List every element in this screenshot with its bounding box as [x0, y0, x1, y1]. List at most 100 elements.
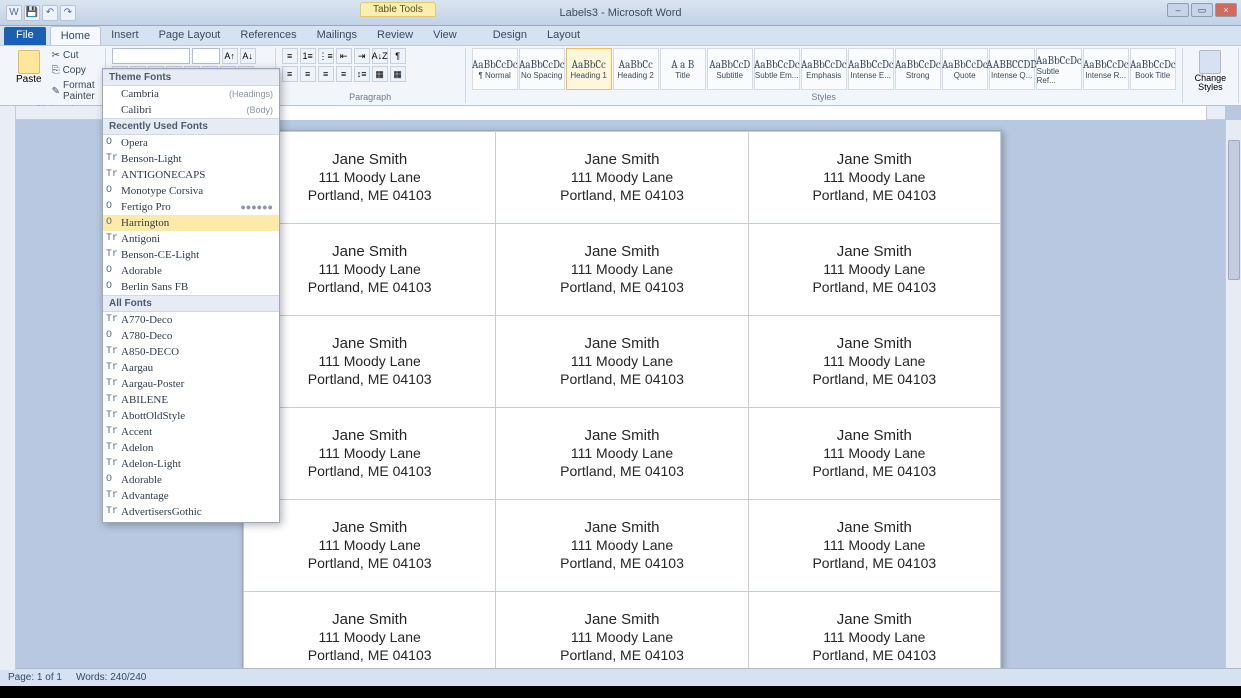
font-option-antigonecaps[interactable]: TrANTIGONECAPS — [103, 167, 279, 183]
style-heading-2[interactable]: AaBbCcHeading 2 — [613, 48, 659, 90]
font-option-calibri[interactable]: Calibri(Body) — [103, 102, 279, 118]
increase-indent-button[interactable]: ⇥ — [354, 48, 370, 64]
font-size-selector[interactable] — [192, 48, 220, 64]
style-book-title[interactable]: AaBbCcDcBook Title — [1130, 48, 1176, 90]
style-subtle-em-[interactable]: AaBbCcDcSubtle Em... — [754, 48, 800, 90]
justify-button[interactable]: ≡ — [336, 66, 352, 82]
numbering-button[interactable]: 1≡ — [300, 48, 316, 64]
label-cell[interactable]: Jane Smith111 Moody LanePortland, ME 041… — [496, 316, 748, 408]
label-cell[interactable]: Jane Smith111 Moody LanePortland, ME 041… — [748, 592, 1000, 671]
style-no-spacing[interactable]: AaBbCcDcNo Spacing — [519, 48, 565, 90]
scroll-thumb[interactable] — [1228, 140, 1240, 280]
label-cell[interactable]: Jane Smith111 Moody LanePortland, ME 041… — [496, 592, 748, 671]
label-cell[interactable]: Jane Smith111 Moody LanePortland, ME 041… — [496, 224, 748, 316]
tab-file[interactable]: File — [4, 27, 46, 45]
font-name-selector[interactable] — [112, 48, 190, 64]
align-right-button[interactable]: ≡ — [318, 66, 334, 82]
copy-button[interactable]: ⎘Copy — [48, 63, 99, 78]
style-strong[interactable]: AaBbCcDcStrong — [895, 48, 941, 90]
shrink-font-button[interactable]: A↓ — [240, 48, 256, 64]
font-option-abottoldstyle[interactable]: TrAbottOldStyle — [103, 408, 279, 424]
font-option-benson-light[interactable]: TrBenson-Light — [103, 151, 279, 167]
maximize-button[interactable]: ▭ — [1191, 3, 1213, 17]
tab-insert[interactable]: Insert — [101, 26, 149, 45]
label-cell[interactable]: Jane Smith111 Moody LanePortland, ME 041… — [748, 316, 1000, 408]
undo-icon[interactable]: ↶ — [42, 5, 58, 21]
align-center-button[interactable]: ≡ — [300, 66, 316, 82]
redo-icon[interactable]: ↷ — [60, 5, 76, 21]
font-option-cambria[interactable]: Cambria(Headings) — [103, 86, 279, 102]
format-painter-button[interactable]: ✎Format Painter — [48, 78, 99, 104]
style-subtle-ref-[interactable]: AaBbCcDcSubtle Ref... — [1036, 48, 1082, 90]
label-cell[interactable]: Jane Smith111 Moody LanePortland, ME 041… — [748, 500, 1000, 592]
style--normal[interactable]: AaBbCcDc¶ Normal — [472, 48, 518, 90]
vertical-ruler[interactable] — [0, 106, 16, 670]
cut-button[interactable]: ✂Cut — [48, 48, 99, 63]
label-cell[interactable]: Jane Smith111 Moody LanePortland, ME 041… — [496, 500, 748, 592]
font-option-a780-deco[interactable]: OA780-Deco — [103, 328, 279, 344]
font-option-adelon-light[interactable]: TrAdelon-Light — [103, 456, 279, 472]
save-icon[interactable]: 💾 — [24, 5, 40, 21]
font-option-adelon[interactable]: TrAdelon — [103, 440, 279, 456]
font-option-opera[interactable]: OOpera — [103, 135, 279, 151]
tab-references[interactable]: References — [230, 26, 306, 45]
change-styles-button[interactable]: Change Styles — [1189, 48, 1233, 94]
decrease-indent-button[interactable]: ⇤ — [336, 48, 352, 64]
status-page[interactable]: Page: 1 of 1 — [8, 672, 62, 683]
sort-button[interactable]: A↓Z — [372, 48, 388, 64]
style-intense-r-[interactable]: AaBbCcDcIntense R... — [1083, 48, 1129, 90]
font-option-harrington[interactable]: OHarrington — [103, 215, 279, 231]
style-intense-q-[interactable]: AABBCCDDIntense Q... — [989, 48, 1035, 90]
tab-design[interactable]: Design — [483, 26, 537, 45]
font-option-agency-fb[interactable]: OAgency FB — [103, 520, 279, 523]
shading-button[interactable]: ▦ — [372, 66, 388, 82]
label-cell[interactable]: Jane Smith111 Moody LanePortland, ME 041… — [748, 408, 1000, 500]
font-option-accent[interactable]: TrAccent — [103, 424, 279, 440]
font-option-a850-deco[interactable]: TrA850-DECO — [103, 344, 279, 360]
font-option-aargau-poster[interactable]: TrAargau-Poster — [103, 376, 279, 392]
minimize-button[interactable]: – — [1167, 3, 1189, 17]
label-cell[interactable]: Jane Smith111 Moody LanePortland, ME 041… — [244, 316, 496, 408]
close-button[interactable]: × — [1215, 3, 1237, 17]
borders-button[interactable]: ▦ — [390, 66, 406, 82]
font-option-fertigo-pro[interactable]: OFertigo Pro●●●●●● — [103, 199, 279, 215]
bullets-button[interactable]: ≡ — [282, 48, 298, 64]
font-option-adorable[interactable]: OAdorable — [103, 472, 279, 488]
label-cell[interactable]: Jane Smith111 Moody LanePortland, ME 041… — [748, 224, 1000, 316]
label-cell[interactable]: Jane Smith111 Moody LanePortland, ME 041… — [244, 224, 496, 316]
font-option-advantage[interactable]: TrAdvantage — [103, 488, 279, 504]
page[interactable]: Jane Smith111 Moody LanePortland, ME 041… — [242, 130, 1002, 670]
font-option-aargau[interactable]: TrAargau — [103, 360, 279, 376]
tab-mailings[interactable]: Mailings — [307, 26, 367, 45]
label-cell[interactable]: Jane Smith111 Moody LanePortland, ME 041… — [244, 132, 496, 224]
label-cell[interactable]: Jane Smith111 Moody LanePortland, ME 041… — [244, 592, 496, 671]
label-cell[interactable]: Jane Smith111 Moody LanePortland, ME 041… — [244, 408, 496, 500]
style-subtitle[interactable]: AaBbCcDSubtitle — [707, 48, 753, 90]
font-option-benson-ce-light[interactable]: TrBenson-CE-Light — [103, 247, 279, 263]
style-heading-1[interactable]: AaBbCcHeading 1 — [566, 48, 612, 90]
style-intense-e-[interactable]: AaBbCcDcIntense E... — [848, 48, 894, 90]
label-cell[interactable]: Jane Smith111 Moody LanePortland, ME 041… — [496, 132, 748, 224]
multilevel-button[interactable]: ⋮≡ — [318, 48, 334, 64]
tab-view[interactable]: View — [423, 26, 467, 45]
line-spacing-button[interactable]: ↕≡ — [354, 66, 370, 82]
status-words[interactable]: Words: 240/240 — [76, 672, 146, 683]
label-cell[interactable]: Jane Smith111 Moody LanePortland, ME 041… — [244, 500, 496, 592]
tab-review[interactable]: Review — [367, 26, 423, 45]
font-option-a770-deco[interactable]: TrA770-Deco — [103, 312, 279, 328]
font-option-advertisersgothic[interactable]: TrAdvertisersGothic — [103, 504, 279, 520]
vertical-scrollbar[interactable] — [1225, 120, 1241, 670]
label-cell[interactable]: Jane Smith111 Moody LanePortland, ME 041… — [748, 132, 1000, 224]
font-option-antigoni[interactable]: TrAntigoni — [103, 231, 279, 247]
font-option-abilene[interactable]: TrABILENE — [103, 392, 279, 408]
font-option-monotype-corsiva[interactable]: OMonotype Corsiva — [103, 183, 279, 199]
grow-font-button[interactable]: A↑ — [222, 48, 238, 64]
font-option-berlin-sans-fb[interactable]: OBerlin Sans FB — [103, 279, 279, 295]
style-emphasis[interactable]: AaBbCcDcEmphasis — [801, 48, 847, 90]
tab-layout[interactable]: Layout — [537, 26, 590, 45]
style-title[interactable]: A a BTitle — [660, 48, 706, 90]
paste-button[interactable]: Paste — [10, 48, 48, 104]
tab-page-layout[interactable]: Page Layout — [149, 26, 231, 45]
font-option-adorable[interactable]: OAdorable — [103, 263, 279, 279]
tab-home[interactable]: Home — [50, 26, 101, 45]
